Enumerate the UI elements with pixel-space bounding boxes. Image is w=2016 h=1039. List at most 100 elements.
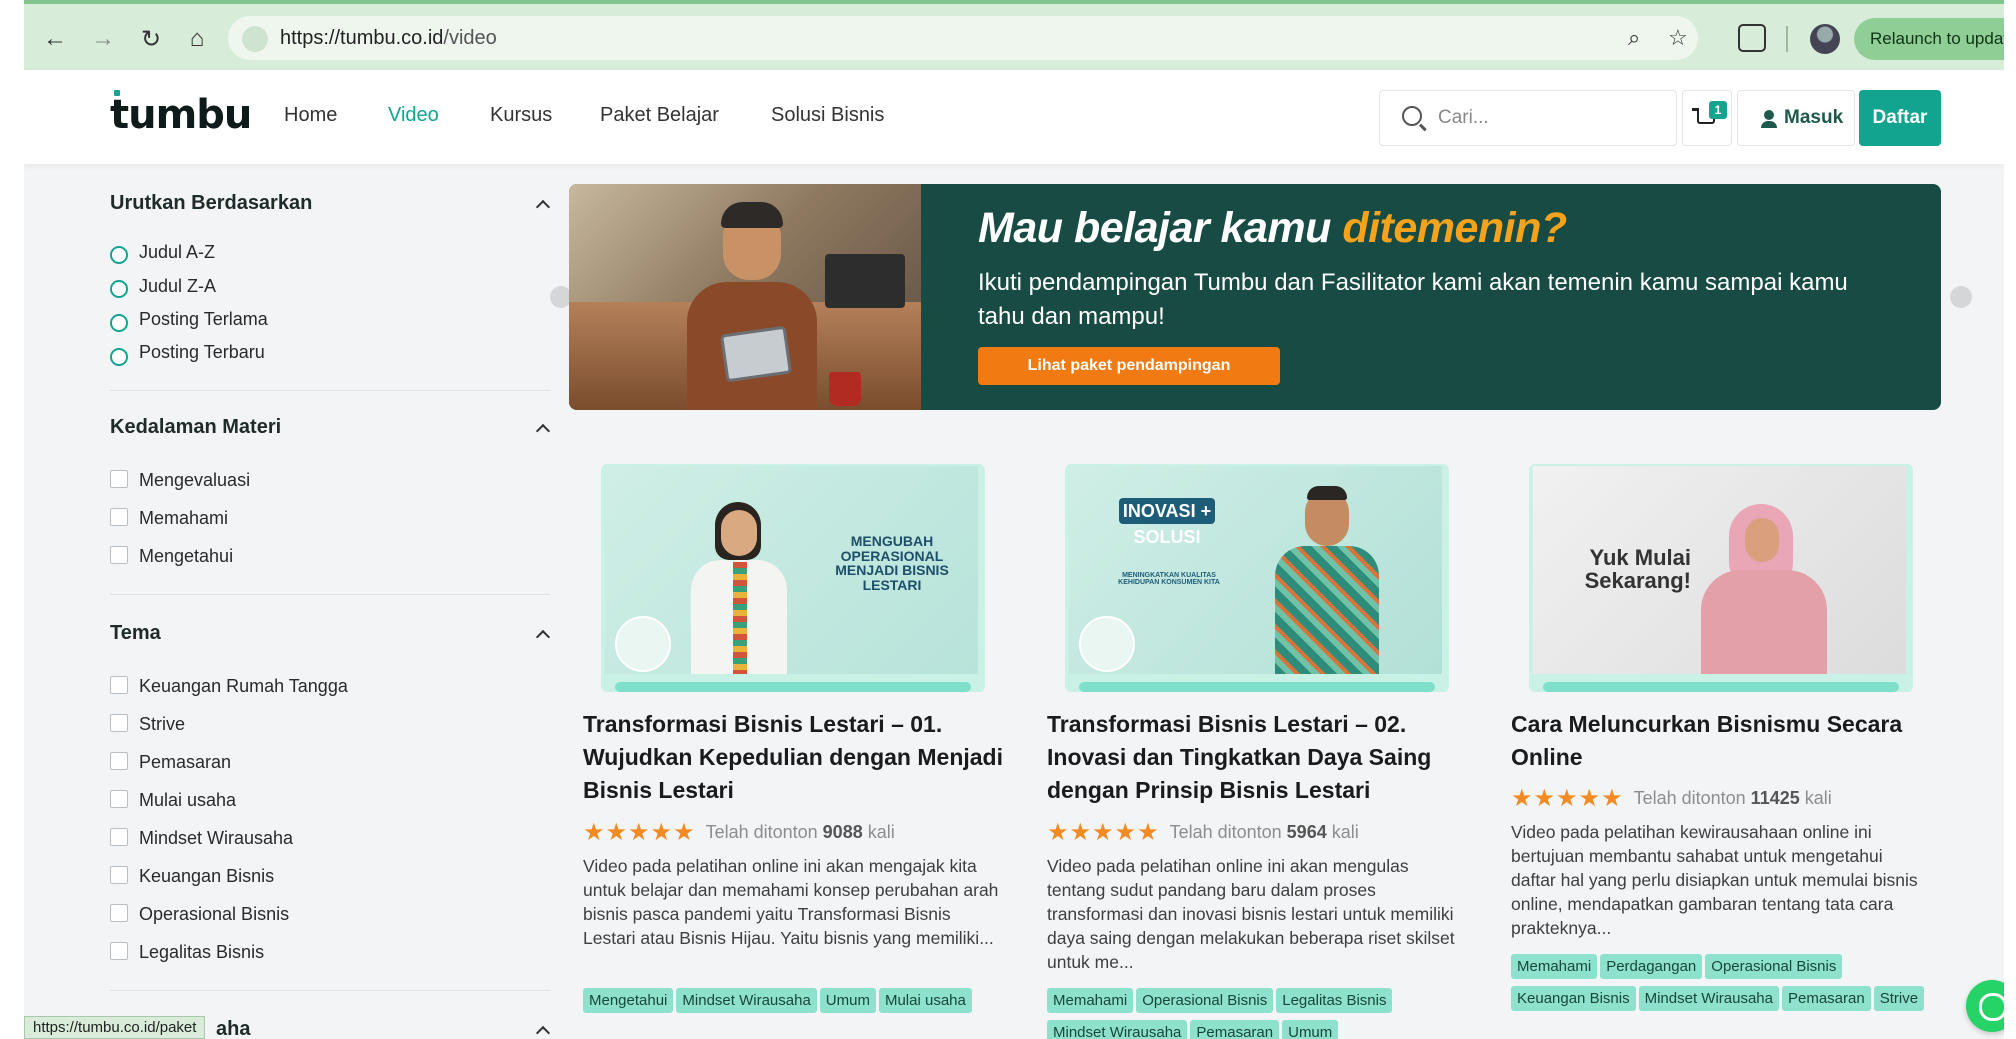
chevron-up-icon[interactable]: [535, 629, 551, 645]
chevron-up-icon[interactable]: [535, 423, 551, 439]
browser-toolbar: ← → ↻ ⌂ https://tumbu.co.id/video ⌕ ☆ Re…: [24, 0, 2004, 70]
theme-checkbox[interactable]: [110, 828, 128, 846]
sort-option-label: Posting Terbaru: [139, 342, 265, 362]
tag[interactable]: Mindset Wirausaha: [1638, 986, 1779, 1011]
url-text[interactable]: https://tumbu.co.id/video: [280, 27, 497, 50]
promo-banner[interactable]: Mau belajar kamu ditemenin? Ikuti pendam…: [569, 184, 1941, 410]
theme-option-label: Keuangan Rumah Tangga: [139, 676, 348, 696]
depth-checkbox[interactable]: [110, 546, 128, 564]
sort-radio-newest[interactable]: [110, 348, 128, 366]
site-info-icon[interactable]: [242, 26, 268, 52]
video-thumbnail[interactable]: MENGUBAH OPERASIONAL MENJADI BISNIS LEST…: [601, 464, 985, 692]
search-icon: [1402, 106, 1422, 126]
tag[interactable]: Perdagangan: [1600, 954, 1703, 979]
tag[interactable]: Memahami: [1511, 954, 1598, 979]
presenter-face: [721, 510, 757, 556]
thumbnail-subcaption: MENINGKATKAN KUALITAS KEHIDUPAN KONSUMEN…: [1118, 572, 1220, 587]
chevron-up-icon[interactable]: [535, 199, 551, 215]
presenter-scarf: [733, 562, 747, 674]
photo-mug: [829, 372, 861, 406]
next-filter-title[interactable]: aha: [216, 1018, 250, 1039]
rating-row: ★★★★★ Telah ditonton 11425 kali: [1511, 784, 1931, 813]
theme-checkbox[interactable]: [110, 676, 128, 694]
tumbu-logo[interactable]: tumbu: [110, 90, 252, 138]
presenter-hair: [1307, 486, 1347, 500]
relaunch-button[interactable]: Relaunch to update: [1854, 18, 2004, 60]
zoom-icon[interactable]: ⌕: [1628, 25, 1640, 51]
video-title[interactable]: Cara Meluncurkan Bisnismu Secara Online: [1511, 708, 1931, 774]
thumbnail-image: MENGUBAH OPERASIONAL MENJADI BISNIS LEST…: [605, 466, 978, 674]
theme-checkbox[interactable]: [110, 752, 128, 770]
banner-cta-button[interactable]: Lihat paket pendampingan: [978, 347, 1280, 385]
register-button[interactable]: Daftar: [1859, 90, 1941, 146]
reload-icon[interactable]: ↻: [134, 22, 168, 56]
video-thumbnail[interactable]: Yuk Mulai Sekarang!: [1529, 464, 1913, 692]
tag[interactable]: Operasional Bisnis: [1705, 954, 1843, 979]
theme-checkbox[interactable]: [110, 942, 128, 960]
thumbnail-caption: MENGUBAH OPERASIONAL MENJADI BISNIS LEST…: [835, 533, 949, 594]
nav-paket-belajar[interactable]: Paket Belajar: [600, 104, 719, 127]
tag[interactable]: Mulai usaha: [878, 988, 972, 1013]
star-rating-icon: ★★★★★: [1047, 819, 1160, 846]
home-icon[interactable]: ⌂: [180, 22, 214, 56]
carousel-next-icon[interactable]: [1950, 286, 1972, 308]
forward-arrow-icon[interactable]: →: [86, 22, 120, 56]
headline-accent: ditemenin?: [1342, 204, 1567, 252]
theme-filter-title[interactable]: Tema: [110, 622, 161, 645]
logo-accent: [114, 90, 120, 96]
profile-avatar[interactable]: [1810, 24, 1840, 54]
search-input[interactable]: [1438, 105, 1658, 131]
search-box[interactable]: [1379, 90, 1677, 146]
sort-radio-oldest[interactable]: [110, 314, 128, 332]
tag[interactable]: Strive: [1873, 986, 1925, 1011]
depth-filter-title[interactable]: Kedalaman Materi: [110, 416, 281, 439]
chevron-up-icon[interactable]: [535, 1025, 551, 1039]
depth-option-label: Memahami: [139, 508, 229, 528]
tag[interactable]: Mindset Wirausaha: [676, 988, 817, 1013]
tag[interactable]: Mengetahui: [583, 988, 674, 1013]
sort-filter-title[interactable]: Urutkan Berdasarkan: [110, 192, 312, 215]
theme-checkbox[interactable]: [110, 790, 128, 808]
person-hair: [721, 202, 783, 228]
theme-checkbox[interactable]: [110, 904, 128, 922]
cart-button[interactable]: 1: [1682, 90, 1732, 146]
rating-row: ★★★★★ Telah ditonton 9088 kali: [583, 818, 1003, 847]
nav-video[interactable]: Video: [388, 104, 439, 127]
theme-option-label: Operasional Bisnis: [139, 904, 290, 924]
theme-checkbox[interactable]: [110, 866, 128, 884]
theme-checkbox[interactable]: [110, 714, 128, 732]
video-title[interactable]: Transformasi Bisnis Lestari – 01. Wujudk…: [583, 708, 1003, 807]
tag[interactable]: Umum: [1282, 1020, 1339, 1039]
tag[interactable]: Operasional Bisnis: [1136, 988, 1274, 1013]
depth-checkbox[interactable]: [110, 470, 128, 488]
sort-radio-az[interactable]: [110, 246, 128, 264]
depth-checkbox[interactable]: [110, 508, 128, 526]
tag-list: Memahami Operasional Bisnis Legalitas Bisn…: [1047, 988, 1467, 1039]
nav-solusi-bisnis[interactable]: Solusi Bisnis: [771, 104, 884, 127]
tag[interactable]: Pemasaran: [1781, 986, 1871, 1011]
address-bar[interactable]: https://tumbu.co.id/video ⌕ ☆: [228, 16, 1698, 60]
nav-home[interactable]: Home: [284, 104, 337, 127]
photo-person: [687, 202, 817, 410]
nav-kursus[interactable]: Kursus: [490, 104, 552, 127]
sort-radio-za[interactable]: [110, 280, 128, 298]
video-title[interactable]: Transformasi Bisnis Lestari – 02. Inovas…: [1047, 708, 1467, 807]
login-button[interactable]: Masuk: [1737, 90, 1855, 146]
tag[interactable]: Memahami: [1047, 988, 1134, 1013]
star-rating-icon: ★★★★★: [1511, 785, 1624, 812]
thumbnail-bar: [1543, 682, 1899, 692]
whatsapp-chat-icon[interactable]: [1966, 980, 2004, 1032]
tag[interactable]: Pemasaran: [1190, 1020, 1280, 1039]
presenter-batik-shirt: [1275, 546, 1379, 674]
depth-option-label: Mengevaluasi: [139, 470, 251, 490]
bookmark-star-icon[interactable]: ☆: [1668, 25, 1688, 51]
tag[interactable]: Umum: [819, 988, 876, 1013]
url-host: https://tumbu.co.id: [280, 27, 444, 49]
tag[interactable]: Keuangan Bisnis: [1511, 986, 1636, 1011]
tag[interactable]: Mindset Wirausaha: [1047, 1020, 1188, 1039]
extensions-icon[interactable]: [1738, 24, 1766, 52]
video-thumbnail[interactable]: INOVASI + SOLUSI MENINGKATKAN KUALITAS K…: [1065, 464, 1449, 692]
back-arrow-icon[interactable]: ←: [38, 22, 72, 56]
video-description: Video pada pelatihan online ini akan men…: [1047, 856, 1455, 972]
tag[interactable]: Legalitas Bisnis: [1276, 988, 1393, 1013]
